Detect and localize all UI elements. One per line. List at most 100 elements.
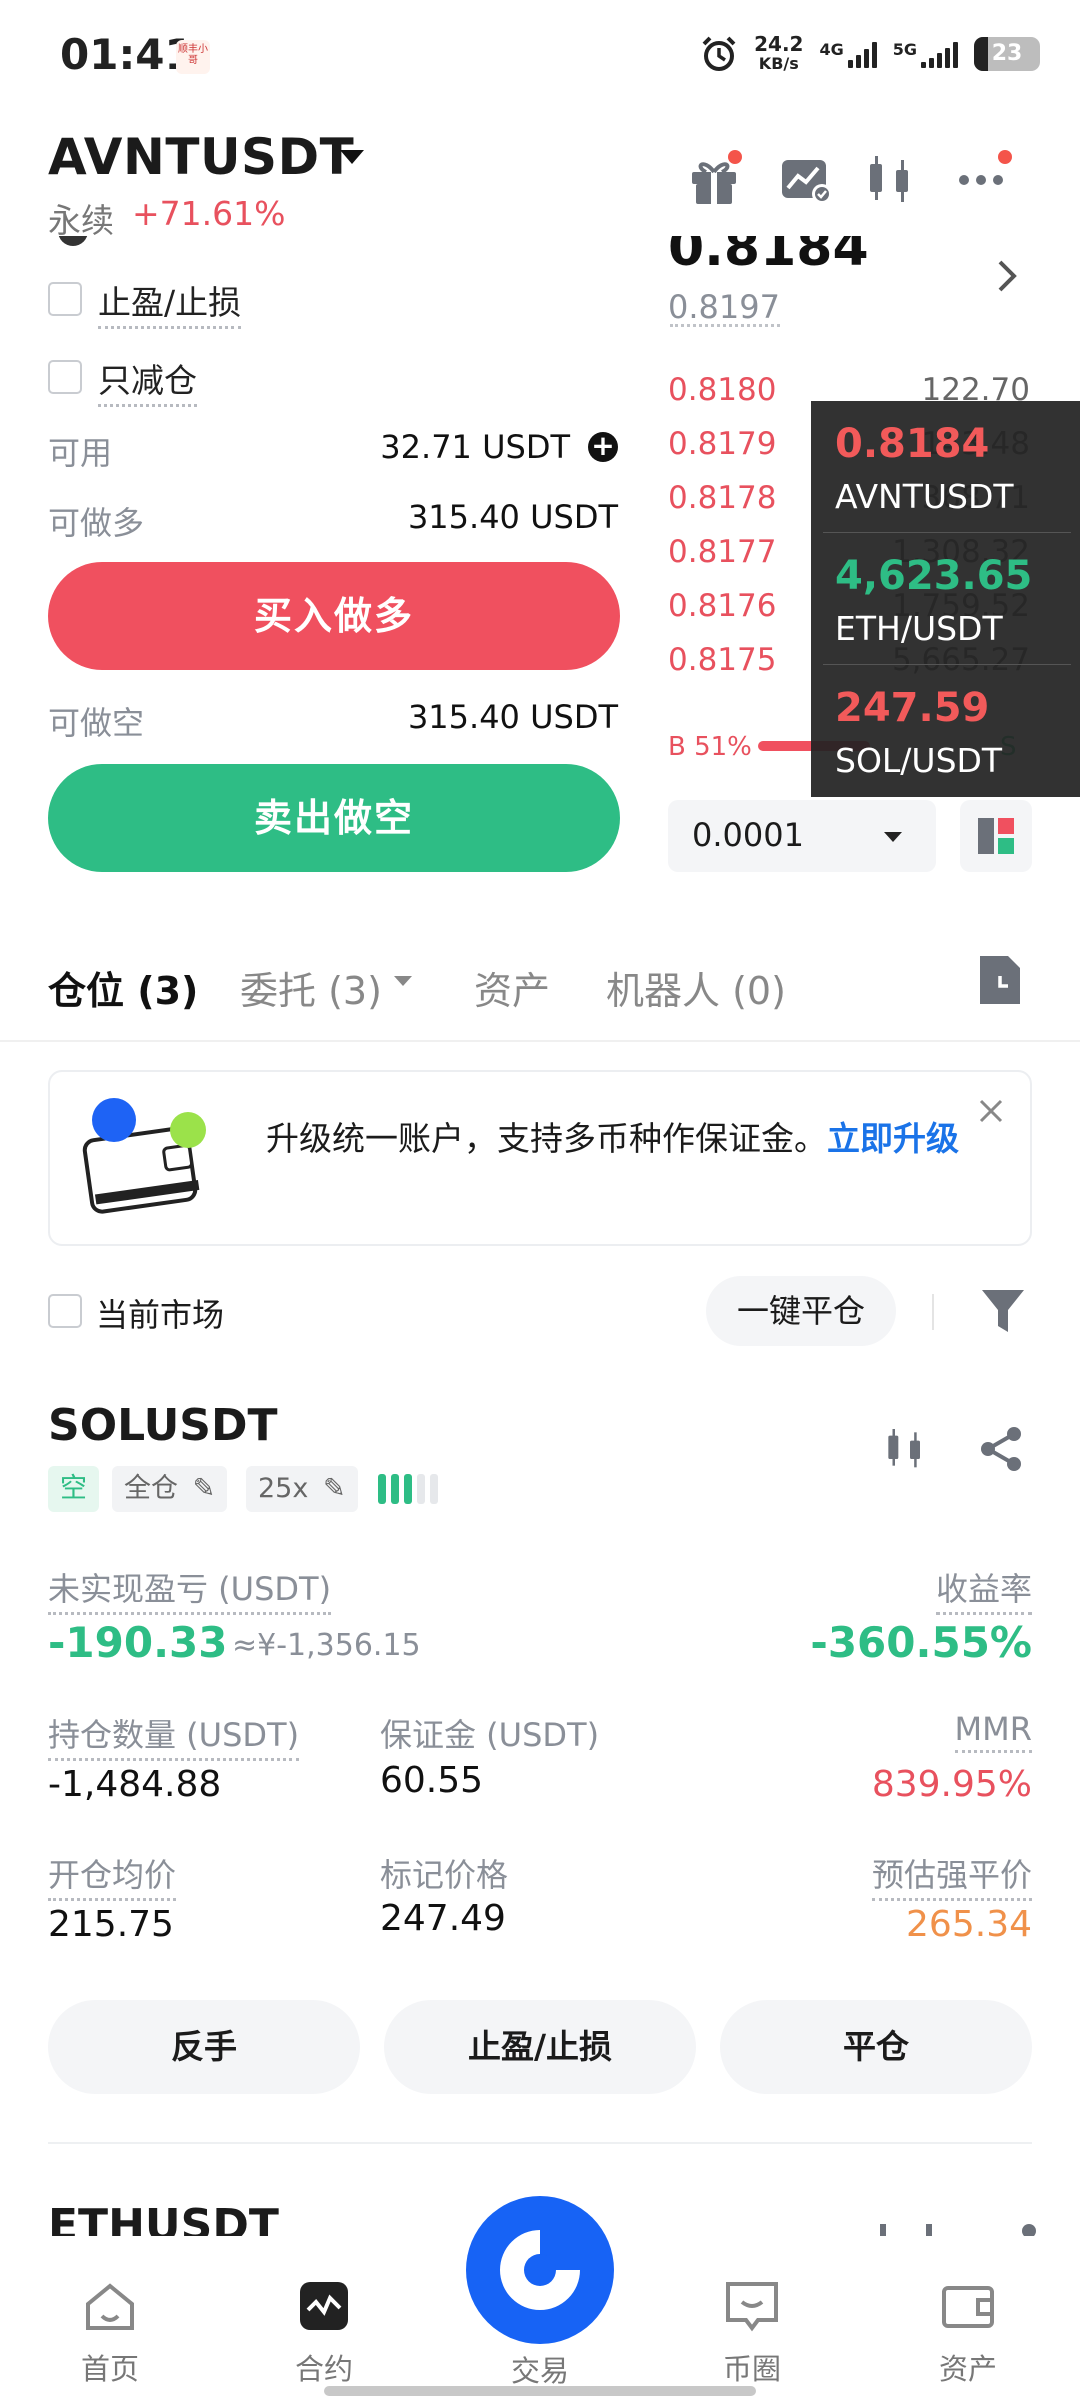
tp-sl-checkbox[interactable]: [48, 282, 82, 316]
home-icon: [86, 2283, 134, 2330]
net-speed: 24.2 KB/s: [754, 32, 804, 73]
nav-futures-label: 合约: [294, 2352, 353, 2386]
tab-assets[interactable]: 资产: [474, 960, 550, 1015]
can-long-value: 315.40 USDT: [407, 498, 618, 536]
leverage-tag[interactable]: 25x ✎: [246, 1466, 358, 1512]
wallet-illustration-icon: [80, 1096, 220, 1226]
app-notification-icon: 顺丰小哥: [176, 40, 210, 74]
roe-value: -360.55%: [810, 1618, 1032, 1667]
mark-price-value: 247.49: [380, 1898, 506, 1939]
margin-mode-tag[interactable]: 全仓 ✎: [112, 1466, 228, 1512]
unrealized-pnl-label[interactable]: 未实现盈亏 (USDT): [48, 1564, 332, 1615]
unrealized-pnl-cny: ≈¥-1,356.15: [232, 1628, 421, 1663]
ask-price[interactable]: 0.8176: [668, 588, 776, 624]
card-divider: [48, 2142, 1032, 2144]
ticker-price: 0.8184: [835, 421, 990, 467]
nav-futures[interactable]: 合约: [244, 2280, 404, 2388]
order-history-icon[interactable]: [976, 952, 1024, 1012]
candlestick-icon[interactable]: [860, 150, 920, 210]
tabs-divider: [0, 1040, 1080, 1042]
close-all-button[interactable]: 一键平仓: [706, 1276, 896, 1346]
community-icon: [726, 2282, 778, 2332]
nav-assets[interactable]: 资产: [888, 2280, 1048, 2388]
ticker-pair: AVNTUSDT: [835, 477, 1014, 516]
ask-price[interactable]: 0.8175: [668, 642, 776, 678]
upgrade-link[interactable]: 立即升级: [827, 1119, 959, 1158]
filter-icon[interactable]: [980, 1286, 1026, 1340]
nav-home-label: 首页: [80, 2352, 139, 2386]
buy-long-button[interactable]: 买入做多: [48, 562, 620, 670]
tp-sl-button[interactable]: 止盈/止损: [384, 2000, 696, 2094]
ticker-item[interactable]: 0.8184 AVNTUSDT: [823, 401, 1071, 533]
mark-price-underline: [670, 324, 780, 327]
transfer-add-icon[interactable]: +: [588, 432, 618, 462]
margin-mode-label: 全仓: [124, 1473, 178, 1504]
signal-4g: 4G: [819, 40, 877, 68]
futures-icon: [300, 2282, 348, 2330]
sell-short-button[interactable]: 卖出做空: [48, 764, 620, 872]
wallet-icon: [942, 2286, 994, 2328]
tp-sl-label[interactable]: 止盈/止损: [98, 276, 242, 329]
ticker-pair: ETH/USDT: [835, 609, 1003, 648]
tab-orders[interactable]: 委托 (3): [240, 960, 382, 1015]
current-market-checkbox[interactable]: [48, 1294, 82, 1328]
more-icon[interactable]: [954, 150, 1014, 210]
chevron-right-icon[interactable]: [994, 256, 1022, 300]
ticker-overlay[interactable]: 0.8184 AVNTUSDT 4,623.65 ETH/USDT 247.59…: [811, 401, 1080, 797]
tab-positions[interactable]: 仓位 (3): [48, 960, 198, 1015]
ask-price[interactable]: 0.8179: [668, 426, 776, 462]
ask-price[interactable]: 0.8178: [668, 480, 776, 516]
ticker-item[interactable]: 247.59 SOL/USDT: [823, 665, 1071, 797]
book-layout-icon[interactable]: [960, 800, 1032, 872]
close-position-button[interactable]: 平仓: [720, 2000, 1032, 2094]
available-value: 32.71 USDT: [380, 428, 570, 466]
pair-dropdown-icon[interactable]: [340, 150, 364, 164]
tab-bots[interactable]: 机器人 (0): [606, 960, 786, 1015]
reduce-only-label[interactable]: 只减仓: [98, 354, 197, 407]
adl-indicator: [378, 1474, 438, 1504]
ticker-item[interactable]: 4,623.65 ETH/USDT: [823, 533, 1071, 665]
ask-price[interactable]: 0.8177: [668, 534, 776, 570]
share-icon[interactable]: [976, 1424, 1026, 1478]
margin-value: 60.55: [380, 1760, 484, 1801]
trade-logo-icon: [500, 2230, 580, 2310]
can-short-value: 315.40 USDT: [407, 698, 618, 736]
entry-price-label[interactable]: 开仓均价: [48, 1850, 177, 1901]
edit-icon: ✎: [192, 1473, 216, 1504]
pair-title[interactable]: AVNTUSDT: [48, 128, 354, 186]
reverse-button[interactable]: 反手: [48, 2000, 360, 2094]
unrealized-pnl: -190.33: [48, 1618, 228, 1667]
current-market-label[interactable]: 当前市场: [96, 1290, 224, 1336]
next-position-icons-clipped: [880, 2224, 1036, 2236]
size-label[interactable]: 持仓数量 (USDT): [48, 1710, 300, 1761]
can-short-label: 可做空: [48, 704, 145, 742]
upgrade-banner[interactable]: 升级统一账户，支持多币种作保证金。立即升级: [48, 1070, 1032, 1246]
leverage-label: 25x: [258, 1473, 309, 1504]
gift-icon[interactable]: [684, 150, 744, 210]
mmr-label[interactable]: MMR: [954, 1710, 1032, 1753]
signal-5g: 5G: [893, 40, 958, 68]
next-position-clipped[interactable]: ETHUSDT: [48, 2200, 279, 2236]
mmr-value: 839.95%: [871, 1764, 1032, 1805]
ticker-price: 4,623.65: [835, 553, 1033, 599]
liq-price-label[interactable]: 预估强平价: [871, 1850, 1032, 1901]
ask-price[interactable]: 0.8180: [668, 372, 776, 408]
nav-community[interactable]: 币圈: [672, 2280, 832, 2388]
banner-text: 升级统一账户，支持多币种作保证金。: [266, 1119, 827, 1158]
reduce-only-checkbox[interactable]: [48, 360, 82, 394]
buy-ratio: B 51%: [668, 732, 752, 762]
precision-select[interactable]: 0.0001: [668, 800, 936, 872]
nav-trade[interactable]: [466, 2196, 614, 2344]
ticker-price: 247.59: [835, 685, 990, 731]
ticker-pair: SOL/USDT: [835, 741, 1003, 780]
nav-home[interactable]: 首页: [30, 2280, 190, 2388]
close-icon[interactable]: [978, 1098, 1004, 1128]
orders-dropdown-icon[interactable]: [394, 976, 412, 986]
gesture-bar: [324, 2386, 756, 2396]
roe-label[interactable]: 收益率: [935, 1564, 1032, 1615]
banner-message: 升级统一账户，支持多币种作保证金。立即升级: [266, 1116, 966, 1162]
position-symbol[interactable]: SOLUSDT: [48, 1400, 278, 1451]
position-chart-icon[interactable]: [880, 1424, 930, 1478]
chart-settings-icon[interactable]: [776, 150, 836, 210]
nav-trade-label[interactable]: 交易: [466, 2348, 614, 2390]
